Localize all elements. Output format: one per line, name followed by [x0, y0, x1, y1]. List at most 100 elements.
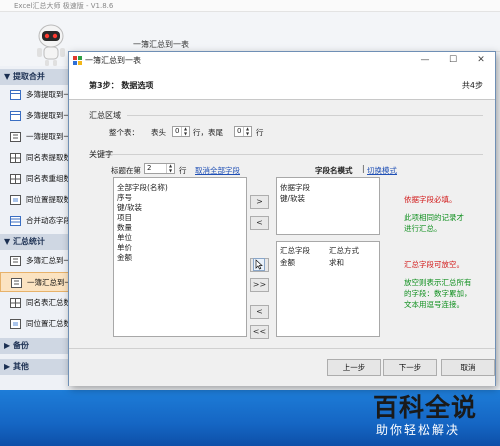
grid-icon: [10, 319, 21, 329]
columns-icon: [10, 216, 21, 226]
title-row-value: 2: [147, 164, 152, 172]
available-fields-list[interactable]: 全部字段(名称) 序号 键/软装 项目 数量 单位 单价 金额: [113, 177, 247, 337]
sheet-icon: [10, 256, 21, 266]
header-rows-stepper[interactable]: 0 ▲ ▼: [172, 126, 190, 137]
divider: [111, 154, 483, 155]
footer-unit-label: 行: [256, 128, 264, 137]
group-required-note: 依据字段必填。: [404, 195, 457, 204]
sidebar-item-active[interactable]: 一簿汇总到一表: [0, 272, 70, 292]
dialog-window: 一簿汇总到一表 — ☐ ✕ 第3步： 数据选项 共4步 汇总区域 整个表： 表头…: [68, 51, 496, 386]
sidebar-item[interactable]: 同名表提取数据: [0, 148, 70, 168]
table-cell[interactable]: 金额: [280, 257, 295, 268]
sidebar-item-label: 同名表重组数据: [26, 174, 70, 183]
step-title: 第3步： 数据选项: [89, 81, 154, 90]
summary-fields-list[interactable]: 汇总字段 汇总方式 金额 求和: [276, 241, 380, 337]
sidebar-group-other[interactable]: ▶ 其他: [0, 359, 70, 375]
list-header: 依据字段: [280, 183, 310, 192]
move-left-button[interactable]: <: [250, 216, 269, 230]
dialog-header: 第3步： 数据选项 共4步: [69, 69, 495, 100]
table-cell[interactable]: 求和: [329, 257, 344, 268]
sidebar-item[interactable]: 多簿提取到一簿: [0, 106, 70, 126]
summary-area-title: 汇总区域: [89, 111, 121, 120]
move-all-left-button[interactable]: <<: [250, 325, 269, 339]
header-unit-label: 行，表尾: [193, 128, 223, 137]
sidebar-item-label: 同名表汇总数据: [26, 298, 70, 307]
summary-optional-note: 汇总字段可放空。: [404, 260, 464, 269]
move-right-button[interactable]: >: [250, 195, 269, 209]
column-header: 汇总方式: [329, 246, 359, 255]
group-by-fields-list[interactable]: 依据字段 键/软装: [276, 177, 380, 235]
dialog-titlebar: 一簿汇总到一表 — ☐ ✕: [69, 52, 495, 69]
sidebar-item-label: 同位置提取数据: [26, 195, 70, 204]
minimize-icon[interactable]: —: [411, 52, 439, 69]
sidebar-item[interactable]: 同名表汇总数据: [0, 293, 70, 313]
title-row-label: 标题在第: [111, 166, 141, 175]
move-left-summary-button[interactable]: <: [250, 305, 269, 319]
sidebar-item-label: 同位置汇总数据: [26, 319, 70, 328]
sidebar-item[interactable]: 合并动态字段: [0, 211, 70, 231]
sidebar-item-label: 合并动态字段: [26, 216, 70, 225]
sidebar-item[interactable]: 多簿汇总到一表: [0, 251, 70, 271]
keywords-title: 关键字: [89, 150, 113, 159]
workbook-icon: [10, 90, 21, 100]
list-item[interactable]: 键/软装: [280, 193, 305, 204]
sidebar-item-label: 一簿汇总到一表: [27, 278, 69, 287]
watermark-title: 百科全说: [373, 393, 478, 422]
close-icon[interactable]: ✕: [467, 52, 495, 69]
header-label: 表头: [151, 128, 166, 137]
next-step-button[interactable]: 下一步: [383, 359, 437, 376]
summary-desc-note-line1: 放空则表示汇总所有: [404, 278, 472, 287]
table-icon: [10, 174, 21, 184]
sidebar-group-extract-merge[interactable]: ▼ 提取合并: [0, 69, 70, 85]
spin-arrows-icon[interactable]: ▲ ▼: [243, 126, 251, 136]
title-row-stepper[interactable]: 2 ▲ ▼: [144, 163, 175, 174]
sidebar-group-summary[interactable]: ▼ 汇总统计: [0, 234, 70, 250]
spin-arrows-icon[interactable]: ▲ ▼: [166, 163, 174, 173]
grid-icon: [10, 195, 21, 205]
background-page-title: 一簿汇总到一表: [133, 40, 189, 49]
cancel-button[interactable]: 取消: [441, 359, 495, 376]
summary-desc-note-line3: 文本用逗号连接。: [404, 300, 464, 309]
move-all-right-button[interactable]: >>: [250, 278, 269, 292]
sidebar-item[interactable]: 多簿提取到一表: [0, 85, 70, 105]
sheet-icon: [10, 132, 21, 142]
sidebar-item-label: 一簿提取到一表: [26, 132, 70, 141]
dialog-footer: 上一步 下一步 取消: [69, 348, 495, 386]
switch-mode-link[interactable]: 切换模式: [367, 165, 397, 176]
table-icon: [10, 298, 21, 308]
sidebar-item[interactable]: 同位置提取数据: [0, 190, 70, 210]
deselect-all-fields-link[interactable]: 取消全部字段: [195, 165, 240, 176]
background-window-title: Excel汇总大师 极速版 - V1.8.6: [0, 0, 500, 12]
column-header: 汇总字段: [280, 246, 310, 255]
separator: |: [362, 164, 365, 173]
summary-desc-note-line2: 的字段：数字累加，: [404, 289, 472, 298]
list-item[interactable]: 金额: [117, 252, 132, 263]
title-row-unit: 行: [179, 166, 187, 175]
spin-arrows-icon[interactable]: ▲ ▼: [181, 126, 189, 136]
sidebar-item[interactable]: 同位置汇总数据: [0, 314, 70, 334]
sidebar-item-label: 同名表提取数据: [26, 153, 70, 162]
header-rows-value: 0: [175, 127, 180, 135]
dialog-title: 一簿汇总到一表: [85, 56, 141, 65]
sidebar-group-backup[interactable]: ▶ 备份: [0, 338, 70, 354]
whole-table-label: 整个表：: [109, 128, 139, 137]
robot-mascot-icon: [37, 24, 65, 66]
step-count: 共4步: [461, 81, 483, 90]
group-desc-note-line1: 此项相同的记录才: [404, 213, 464, 222]
maximize-icon[interactable]: ☐: [439, 52, 467, 69]
sidebar: ▼ 提取合并 多簿提取到一表 多簿提取到一簿 一簿提取到一表 同名表提取数据 同…: [0, 66, 70, 390]
sidebar-item[interactable]: 同名表重组数据: [0, 169, 70, 189]
sheet-icon: [11, 278, 22, 288]
table-icon: [10, 153, 21, 163]
group-desc-note-line2: 进行汇总。: [404, 224, 442, 233]
sidebar-item-label: 多簿提取到一表: [26, 90, 70, 99]
footer-rows-value: 0: [237, 127, 242, 135]
workbook-icon: [10, 111, 21, 121]
prev-step-button[interactable]: 上一步: [327, 359, 381, 376]
sidebar-item-label: 多簿汇总到一表: [26, 256, 70, 265]
watermark-subtitle: 助你轻松解决: [376, 423, 461, 437]
app-icon: [73, 56, 82, 65]
footer-rows-stepper[interactable]: 0 ▲ ▼: [234, 126, 252, 137]
sidebar-item[interactable]: 一簿提取到一表: [0, 127, 70, 147]
field-name-mode-label: 字段名模式: [315, 166, 353, 175]
